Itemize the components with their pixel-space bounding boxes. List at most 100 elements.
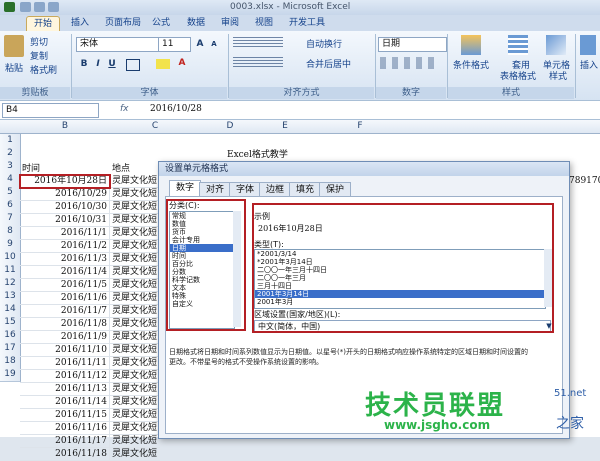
- place-cell[interactable]: 灵犀文化短: [110, 344, 160, 357]
- paste-button[interactable]: 粘贴: [5, 61, 23, 74]
- place-cell[interactable]: 灵犀文化短: [110, 227, 160, 240]
- tab-number[interactable]: 数字: [169, 180, 202, 197]
- place-cell[interactable]: 灵犀文化短: [110, 331, 160, 344]
- column-header[interactable]: B: [20, 120, 111, 134]
- row-header[interactable]: 8: [0, 225, 21, 239]
- italic-icon[interactable]: I: [92, 58, 104, 70]
- wrap-text-button[interactable]: 自动换行: [306, 37, 342, 50]
- borders-icon[interactable]: [126, 59, 140, 71]
- tab-view[interactable]: 视图: [248, 16, 280, 30]
- table-format-icon[interactable]: [508, 35, 528, 55]
- row-header[interactable]: 12: [0, 277, 21, 291]
- tab-insert[interactable]: 插入: [64, 16, 96, 30]
- select-all-corner[interactable]: [0, 120, 21, 134]
- column-header-blank[interactable]: [410, 120, 600, 134]
- place-cell[interactable]: 灵犀文化短: [110, 214, 160, 227]
- place-cell[interactable]: 灵犀文化短: [110, 175, 160, 188]
- date-cell[interactable]: 2016/11/7: [20, 305, 110, 318]
- column-header[interactable]: C: [110, 120, 201, 134]
- row-header[interactable]: 6: [0, 199, 21, 213]
- date-cell[interactable]: 2016/11/1: [20, 227, 110, 240]
- date-cell[interactable]: 2016/11/4: [20, 266, 110, 279]
- row-header[interactable]: 1: [0, 134, 21, 148]
- save-icon[interactable]: [20, 2, 31, 12]
- fill-color-icon[interactable]: [156, 59, 170, 69]
- format-painter-button[interactable]: 格式刷: [30, 63, 57, 76]
- date-cell[interactable]: 2016/11/13: [20, 383, 110, 396]
- column-header[interactable]: F: [310, 120, 411, 134]
- tab-border[interactable]: 边框: [259, 182, 292, 197]
- date-cell[interactable]: 2016/11/16: [20, 422, 110, 435]
- row-header[interactable]: 16: [0, 329, 21, 343]
- paste-icon[interactable]: [4, 35, 24, 57]
- row-header[interactable]: 3: [0, 160, 21, 174]
- insert-cells-icon[interactable]: [580, 35, 596, 55]
- underline-icon[interactable]: U: [106, 58, 118, 70]
- column-header[interactable]: E: [260, 120, 311, 134]
- row-header[interactable]: 4: [0, 173, 21, 187]
- number-format-select[interactable]: 日期: [378, 37, 447, 52]
- date-cell[interactable]: 2016/11/10: [20, 344, 110, 357]
- merge-center-button[interactable]: 合并后居中: [306, 57, 351, 70]
- cell-styles-icon[interactable]: [546, 35, 566, 55]
- row-header[interactable]: 18: [0, 355, 21, 369]
- place-cell[interactable]: 灵犀文化短: [110, 266, 160, 279]
- formula-input[interactable]: 2016/10/28: [150, 103, 598, 116]
- tab-home[interactable]: 开始: [26, 16, 61, 31]
- row-header[interactable]: 7: [0, 212, 21, 226]
- place-cell[interactable]: 灵犀文化短: [110, 396, 160, 409]
- font-name-select[interactable]: 宋体: [76, 37, 159, 52]
- font-color-icon[interactable]: A: [176, 57, 188, 69]
- tab-developer[interactable]: 开发工具: [282, 16, 332, 30]
- place-cell[interactable]: 灵犀文化短: [110, 279, 160, 292]
- place-cell[interactable]: 灵犀文化短: [110, 292, 160, 305]
- header-time-cell[interactable]: 时间: [22, 161, 40, 174]
- date-cell[interactable]: 2016/11/15: [20, 409, 110, 422]
- date-cell[interactable]: 2016/10/31: [20, 214, 110, 227]
- place-cell[interactable]: 灵犀文化短: [110, 422, 160, 435]
- insert-button[interactable]: 插入: [580, 58, 598, 71]
- place-cell[interactable]: 灵犀文化短: [110, 305, 160, 318]
- place-cell[interactable]: 灵犀文化短: [110, 409, 160, 422]
- date-cell[interactable]: 2016/11/8: [20, 318, 110, 331]
- grow-font-icon[interactable]: A: [194, 38, 206, 50]
- number-format-icons[interactable]: [380, 57, 440, 69]
- tab-review[interactable]: 审阅: [214, 16, 246, 30]
- tab-font[interactable]: 字体: [229, 182, 262, 197]
- row-header[interactable]: 5: [0, 186, 21, 200]
- undo-icon[interactable]: [34, 2, 45, 12]
- date-cell[interactable]: 2016/11/6: [20, 292, 110, 305]
- row-header[interactable]: 17: [0, 342, 21, 356]
- place-cell[interactable]: 灵犀文化短: [110, 370, 160, 383]
- place-cell[interactable]: 灵犀文化短: [110, 188, 160, 201]
- horizontal-align-icons[interactable]: [233, 57, 283, 69]
- place-cell[interactable]: 灵犀文化短: [110, 383, 160, 396]
- date-cell[interactable]: 2016/11/14: [20, 396, 110, 409]
- tab-alignment[interactable]: 对齐: [199, 182, 232, 197]
- row-header[interactable]: 2: [0, 147, 21, 161]
- column-header[interactable]: D: [200, 120, 261, 134]
- name-box[interactable]: B4: [2, 103, 99, 118]
- bold-icon[interactable]: B: [78, 58, 90, 70]
- place-cell[interactable]: 灵犀文化短: [110, 253, 160, 266]
- place-cell[interactable]: 灵犀文化短: [110, 357, 160, 370]
- date-cell[interactable]: 2016/10/29: [20, 188, 110, 201]
- conditional-format-icon[interactable]: [461, 35, 481, 55]
- row-header[interactable]: 11: [0, 264, 21, 278]
- fx-icon[interactable]: fx: [120, 104, 129, 114]
- sheet-title-cell[interactable]: Excel格式教学: [227, 147, 288, 160]
- place-cell[interactable]: 灵犀文化短: [110, 240, 160, 253]
- font-size-select[interactable]: 11: [158, 37, 191, 52]
- date-cell[interactable]: 2016/11/9: [20, 331, 110, 344]
- tab-page-layout[interactable]: 页面布局: [98, 16, 148, 30]
- date-cell[interactable]: 2016/11/12: [20, 370, 110, 383]
- conditional-format-button[interactable]: 条件格式: [453, 58, 489, 71]
- row-header[interactable]: 13: [0, 290, 21, 304]
- shrink-font-icon[interactable]: A: [208, 38, 220, 50]
- tab-data[interactable]: 数据: [180, 16, 212, 30]
- date-cell[interactable]: 2016/11/18: [20, 448, 110, 461]
- tab-formulas[interactable]: 公式: [145, 16, 177, 30]
- date-cell[interactable]: 2016/11/5: [20, 279, 110, 292]
- row-header[interactable]: 19: [0, 368, 21, 382]
- row-header[interactable]: 14: [0, 303, 21, 317]
